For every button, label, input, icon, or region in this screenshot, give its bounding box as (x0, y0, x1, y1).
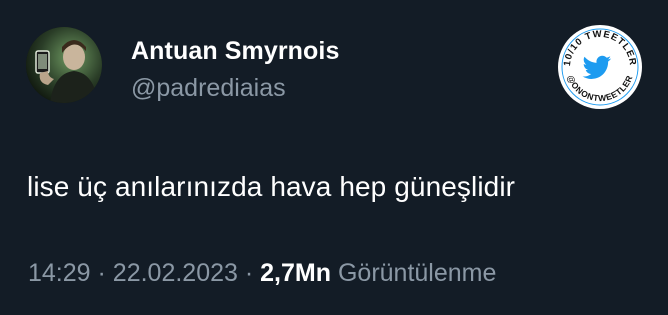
views-label: Görüntülenme (337, 259, 497, 287)
author-handle[interactable]: @padrediaias (131, 74, 286, 103)
tweet-time[interactable]: 14:29 (28, 259, 91, 287)
views-count[interactable]: 2,7Mn (260, 259, 331, 287)
watermark-badge-graphic: 10/10 TWEETLER @ONONTWEETLER (558, 25, 642, 109)
watermark-badge: 10/10 TWEETLER @ONONTWEETLER (556, 23, 644, 111)
meta-separator: · (244, 259, 254, 287)
tweet-text: lise üç anılarınızda hava hep güneşlidir (27, 171, 516, 202)
tweet-card: Antuan Smyrnois @padrediaias 10/10 TWEET… (0, 0, 668, 315)
author-display-name[interactable]: Antuan Smyrnois (131, 37, 339, 66)
author-avatar[interactable] (26, 27, 102, 103)
avatar-photo (26, 27, 102, 103)
tweet-date[interactable]: 22.02.2023 (113, 259, 238, 287)
tweet-meta: 14:29 · 22.02.2023 · 2,7Mn Görüntülenme (28, 259, 496, 288)
meta-separator: · (97, 259, 106, 287)
